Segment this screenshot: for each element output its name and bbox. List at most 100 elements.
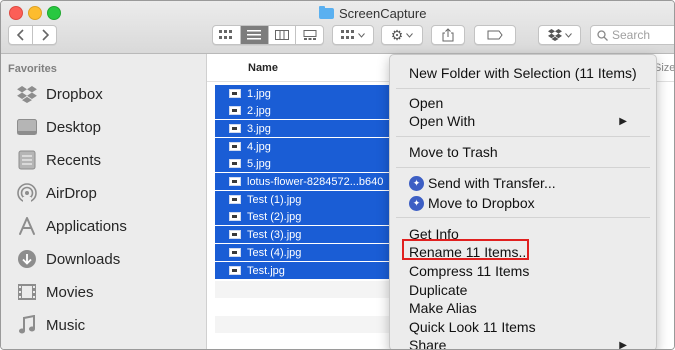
menu-item-move-to-trash[interactable]: Move to Trash bbox=[409, 143, 498, 161]
applications-icon bbox=[15, 214, 39, 238]
file-name: Test (1).jpg bbox=[247, 193, 302, 206]
chevron-down-icon bbox=[358, 32, 365, 38]
menu-item-label: Move to Dropbox bbox=[428, 195, 535, 211]
rename-highlight-box bbox=[402, 239, 529, 260]
file-row[interactable]: lotus-flower-8284572...b640 bbox=[215, 173, 395, 190]
file-row[interactable]: 2.jpg bbox=[215, 102, 395, 119]
menu-item-duplicate[interactable]: Duplicate bbox=[409, 281, 467, 299]
sidebar-item-label: Movies bbox=[46, 283, 94, 301]
list-view-button[interactable] bbox=[240, 26, 269, 44]
file-row[interactable]: 5.jpg bbox=[215, 155, 395, 172]
file-name: Test.jpg bbox=[247, 264, 285, 277]
sidebar-item-label: Downloads bbox=[46, 250, 121, 268]
file-name: Test (2).jpg bbox=[247, 210, 302, 223]
image-thumbnail-icon bbox=[229, 230, 241, 239]
menu-item-open-with[interactable]: Open With ▶ bbox=[409, 112, 639, 130]
folder-icon bbox=[319, 5, 334, 19]
sidebar-item-dropbox[interactable]: Dropbox bbox=[15, 81, 103, 107]
gallery-view-button[interactable] bbox=[296, 26, 323, 44]
sidebar-item-applications[interactable]: Applications bbox=[15, 213, 127, 239]
airdrop-icon bbox=[15, 181, 39, 205]
name-column-header[interactable]: Name bbox=[248, 62, 278, 74]
icon-view-icon bbox=[219, 30, 233, 39]
file-name: 2.jpg bbox=[247, 104, 271, 117]
window-title-text: ScreenCapture bbox=[339, 5, 427, 21]
dropbox-icon bbox=[15, 82, 39, 106]
search-placeholder: Search bbox=[612, 28, 651, 42]
image-thumbnail-icon bbox=[229, 248, 241, 257]
share-button[interactable] bbox=[431, 25, 465, 45]
sidebar-item-label: Recents bbox=[46, 151, 102, 169]
empty-row bbox=[215, 281, 395, 298]
menu-item-share[interactable]: Share ▶ bbox=[409, 336, 639, 349]
context-menu: New Folder with Selection (11 Items) Ope… bbox=[389, 54, 657, 349]
minimize-window-button[interactable] bbox=[28, 6, 42, 20]
file-name: Test (4).jpg bbox=[247, 246, 302, 259]
tags-button[interactable] bbox=[474, 25, 516, 45]
search-input[interactable]: Search bbox=[590, 25, 674, 45]
image-thumbnail-icon bbox=[229, 266, 241, 275]
chevron-left-icon bbox=[16, 29, 24, 41]
menu-item-quick-look[interactable]: Quick Look 11 Items bbox=[409, 318, 536, 336]
list-view-icon bbox=[247, 30, 262, 40]
desktop-icon bbox=[15, 115, 39, 139]
toolbar: ScreenCapture ⚙ Search bbox=[1, 1, 674, 54]
image-thumbnail-icon bbox=[229, 195, 241, 204]
group-icon bbox=[341, 30, 354, 39]
file-row[interactable]: Test (1).jpg bbox=[215, 191, 395, 208]
sidebar-item-recents[interactable]: Recents bbox=[15, 147, 101, 173]
sidebar-item-music[interactable]: Music bbox=[15, 312, 85, 338]
group-button[interactable] bbox=[332, 25, 374, 45]
music-icon bbox=[15, 313, 39, 337]
menu-separator bbox=[396, 88, 650, 89]
close-window-button[interactable] bbox=[9, 6, 23, 20]
file-row[interactable]: 3.jpg bbox=[215, 120, 395, 137]
gear-icon: ⚙ bbox=[390, 26, 404, 43]
image-thumbnail-icon bbox=[229, 212, 241, 221]
file-row[interactable]: Test (2).jpg bbox=[215, 208, 395, 225]
zoom-window-button[interactable] bbox=[47, 6, 61, 20]
forward-button[interactable] bbox=[33, 26, 56, 44]
menu-item-compress[interactable]: Compress 11 Items bbox=[409, 262, 529, 280]
image-thumbnail-icon bbox=[229, 89, 241, 98]
share-icon bbox=[442, 28, 454, 42]
chevron-down-icon bbox=[406, 32, 414, 38]
size-column-header[interactable]: Size bbox=[654, 62, 674, 74]
sidebar-item-movies[interactable]: Movies bbox=[15, 279, 94, 305]
dropbox-toolbar-button[interactable] bbox=[538, 25, 581, 45]
image-thumbnail-icon bbox=[229, 106, 241, 115]
file-name: 3.jpg bbox=[247, 122, 271, 135]
file-name: Test (3).jpg bbox=[247, 228, 302, 241]
empty-row bbox=[215, 316, 395, 333]
file-row[interactable]: 1.jpg bbox=[215, 85, 395, 102]
file-row[interactable]: 4.jpg bbox=[215, 138, 395, 155]
action-button[interactable]: ⚙ bbox=[381, 25, 423, 45]
movies-icon bbox=[15, 280, 39, 304]
submenu-arrow-icon: ▶ bbox=[619, 115, 627, 127]
finder-window: ScreenCapture ⚙ Search Favorites Dropbox… bbox=[0, 0, 675, 350]
sidebar-item-airdrop[interactable]: AirDrop bbox=[15, 180, 97, 206]
menu-item-make-alias[interactable]: Make Alias bbox=[409, 299, 477, 317]
dropbox-icon: ✦ bbox=[409, 175, 424, 191]
image-thumbnail-icon bbox=[229, 142, 241, 151]
menu-item-open[interactable]: Open bbox=[409, 94, 443, 112]
file-name: 5.jpg bbox=[247, 157, 271, 170]
column-view-icon bbox=[274, 30, 289, 40]
sidebar-item-desktop[interactable]: Desktop bbox=[15, 114, 101, 140]
menu-item-move-to-dropbox[interactable]: ✦ Move to Dropbox bbox=[409, 194, 535, 212]
menu-item-label: Open With bbox=[409, 113, 476, 129]
downloads-icon bbox=[15, 247, 39, 271]
image-thumbnail-icon bbox=[229, 159, 241, 168]
column-view-button[interactable] bbox=[269, 26, 297, 44]
menu-item-send-with-transfer[interactable]: ✦ Send with Transfer... bbox=[409, 174, 556, 192]
menu-separator bbox=[396, 136, 650, 137]
window-title: ScreenCapture bbox=[319, 4, 426, 22]
back-button[interactable] bbox=[9, 26, 33, 44]
file-row[interactable]: Test.jpg bbox=[215, 262, 395, 279]
icon-view-button[interactable] bbox=[213, 26, 241, 44]
menu-item-new-folder-with-selection[interactable]: New Folder with Selection (11 Items) bbox=[409, 64, 637, 82]
sidebar-item-downloads[interactable]: Downloads bbox=[15, 246, 120, 272]
file-row[interactable]: Test (4).jpg bbox=[215, 244, 395, 261]
file-name: lotus-flower-8284572...b640 bbox=[247, 175, 384, 188]
file-row[interactable]: Test (3).jpg bbox=[215, 226, 395, 243]
